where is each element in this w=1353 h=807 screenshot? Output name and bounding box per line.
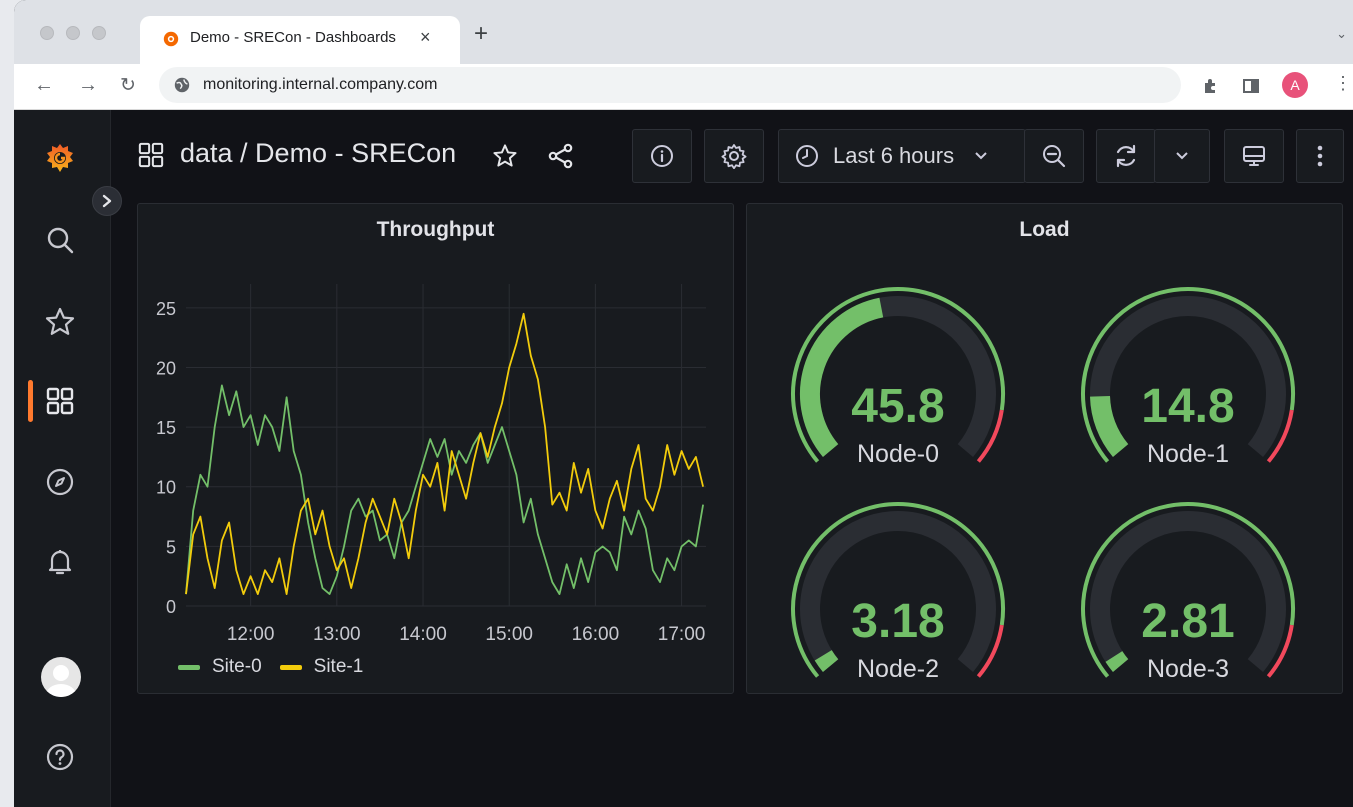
close-window-button[interactable]: [40, 26, 54, 40]
tab-title: Demo - SRECon - Dashboards: [190, 29, 396, 46]
zoom-out-time-button[interactable]: [1024, 129, 1084, 183]
y-tick-label: 20: [156, 358, 176, 378]
time-range-picker[interactable]: Last 6 hours: [778, 129, 1026, 183]
y-tick-label: 25: [156, 299, 176, 319]
x-tick-label: 13:00: [313, 624, 361, 645]
time-range-label: Last 6 hours: [833, 143, 955, 168]
explore-compass-icon[interactable]: [38, 460, 82, 504]
gauge-value-arc-node-2: [814, 649, 839, 673]
legend-swatch-site-1: [279, 664, 302, 670]
y-tick-label: 0: [166, 597, 176, 617]
address-bar[interactable]: monitoring.internal.company.com: [159, 67, 1181, 103]
dashboard-settings-button[interactable]: [704, 129, 764, 183]
legend-item-site-1[interactable]: Site-1: [314, 656, 364, 678]
refresh-interval-dropdown[interactable]: [1154, 129, 1210, 183]
gauge-label: Node-2: [857, 655, 939, 683]
chevron-down-icon: [1176, 152, 1188, 160]
gauge-value-arc-node-1: [1090, 395, 1129, 458]
share-icon[interactable]: [548, 143, 574, 169]
view-mode-button[interactable]: [1224, 129, 1284, 183]
monitor-icon: [1243, 146, 1265, 166]
throughput-panel[interactable]: Throughput 0 5 10 15 20 25 12:00 13:00 14:00 15:0…: [137, 203, 734, 694]
gear-icon: [721, 144, 747, 169]
x-tick-label: 14:00: [399, 624, 447, 645]
info-icon: [651, 145, 673, 167]
y-tick-label: 15: [156, 418, 176, 438]
zoom-out-icon: [1043, 145, 1066, 168]
side-panel-icon[interactable]: [1242, 77, 1260, 95]
grafana-sidebar: [14, 110, 111, 807]
breadcrumb[interactable]: data / Demo - SRECon: [180, 138, 456, 169]
back-arrow-icon[interactable]: ←: [34, 74, 54, 97]
extensions-puzzle-icon[interactable]: [1202, 77, 1220, 95]
new-tab-button[interactable]: +: [474, 20, 488, 48]
starred-icon[interactable]: [38, 300, 82, 344]
dashboards-icon[interactable]: [38, 379, 82, 423]
gauge-grid: 45.8 Node-0 14.8 Node-1 3.18 Node-2 2.81 Node-3: [791, 287, 1296, 683]
search-icon[interactable]: [38, 218, 82, 262]
legend-swatch-site-0: [178, 664, 200, 670]
gauge-value: 2.81: [1141, 595, 1234, 648]
gauge-label: Node-3: [1147, 655, 1229, 683]
gauge-label: Node-0: [857, 440, 939, 468]
dashboard-info-button[interactable]: [632, 129, 692, 183]
active-nav-indicator: [28, 380, 33, 422]
x-tick-label: 12:00: [227, 624, 275, 645]
profile-avatar[interactable]: A: [1282, 72, 1308, 98]
tab-search-chevron-icon[interactable]: ⌄: [1336, 26, 1347, 42]
site-info-globe-icon[interactable]: [173, 76, 191, 94]
dashboard-grid-icon: [138, 142, 164, 168]
browser-toolbar: ← → ↻ monitoring.internal.company.com A …: [14, 64, 1353, 110]
help-icon[interactable]: [38, 735, 82, 779]
reload-icon[interactable]: ↻: [120, 74, 136, 97]
load-panel[interactable]: Load 45.8 Node-0 14.8 Node-1 3.18 Node-2 2.81 N…: [746, 203, 1343, 694]
kebab-menu-icon: [1317, 145, 1323, 167]
x-tick-label: 15:00: [485, 624, 533, 645]
tab-close-icon[interactable]: ×: [420, 27, 431, 48]
chevron-down-icon: [975, 152, 987, 160]
clock-icon: [796, 145, 818, 167]
browser-menu-icon[interactable]: ⋮: [1334, 73, 1352, 94]
x-tick-label: 16:00: [572, 624, 620, 645]
forward-arrow-icon[interactable]: →: [78, 74, 98, 97]
y-tick-label: 5: [166, 537, 176, 557]
more-options-button[interactable]: [1296, 129, 1344, 183]
series-line-site-0[interactable]: [185, 384, 704, 595]
y-tick-label: 10: [156, 478, 176, 498]
x-tick-label: 17:00: [658, 624, 706, 645]
series-line-site-1[interactable]: [185, 312, 704, 595]
gauge-value: 45.8: [851, 380, 944, 433]
browser-tab[interactable]: Demo - SRECon - Dashboards ×: [140, 16, 460, 64]
grafana-logo-icon[interactable]: [38, 136, 82, 180]
expand-sidebar-button[interactable]: [92, 186, 122, 216]
url-text: monitoring.internal.company.com: [203, 76, 438, 93]
refresh-button[interactable]: [1096, 129, 1156, 183]
gauge-value: 3.18: [851, 595, 944, 648]
user-avatar[interactable]: [41, 657, 81, 697]
refresh-icon: [1116, 144, 1136, 168]
alerting-bell-icon[interactable]: [38, 540, 82, 584]
mark-favorite-star-icon[interactable]: [492, 143, 518, 169]
gauge-value-arc-node-3: [1105, 650, 1129, 673]
throughput-chart[interactable]: 0 5 10 15 20 25 12:00 13:00 14:00 15:00 16:00 17:00: [138, 204, 735, 693]
gauge-value: 14.8: [1141, 380, 1234, 433]
gauge-label: Node-1: [1147, 440, 1229, 468]
minimize-window-button[interactable]: [66, 26, 80, 40]
grafana-favicon-icon: [163, 31, 179, 47]
tab-strip: Demo - SRECon - Dashboards × + ⌄: [14, 0, 1353, 64]
chart-legend: Site-0 Site-1: [178, 656, 363, 678]
browser-window: Demo - SRECon - Dashboards × + ⌄ ← → ↻ m…: [14, 0, 1353, 807]
legend-item-site-0[interactable]: Site-0: [212, 656, 262, 678]
zoom-window-button[interactable]: [92, 26, 106, 40]
